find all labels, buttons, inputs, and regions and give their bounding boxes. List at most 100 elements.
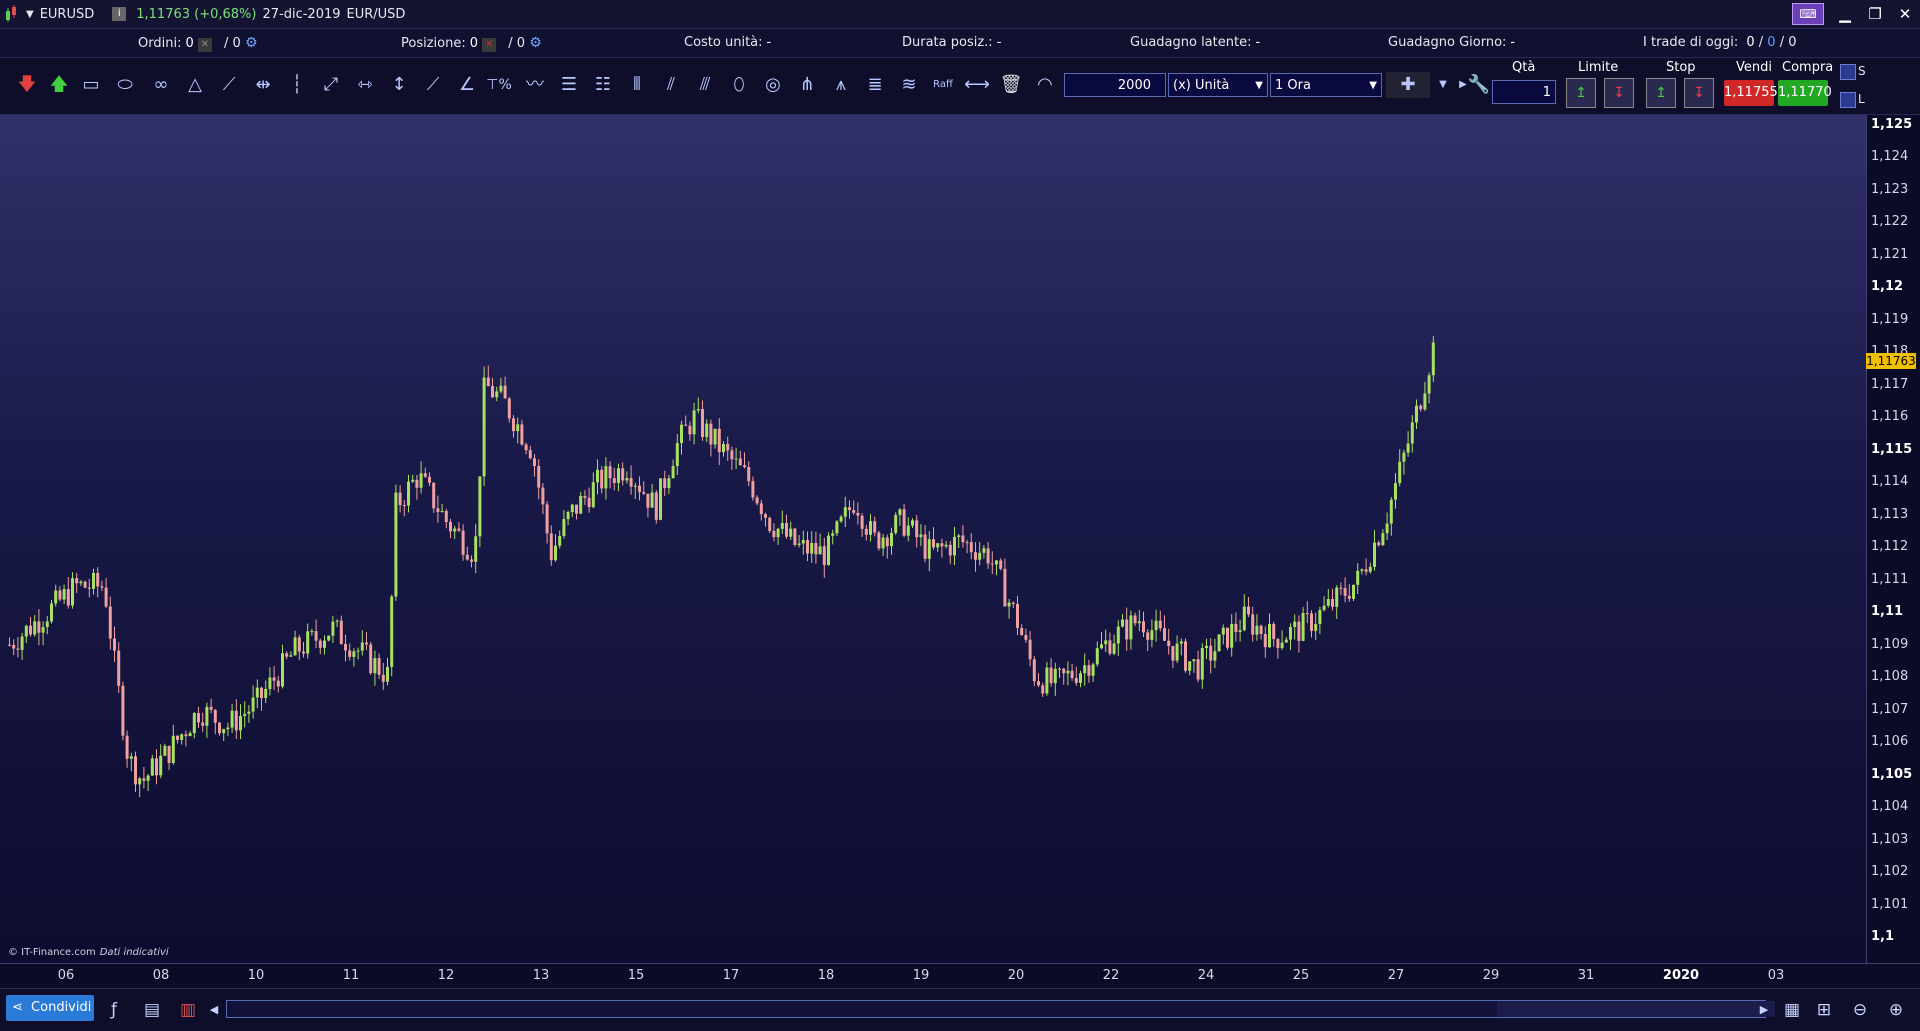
position-total: / 0 — [508, 36, 526, 51]
candle-body — [1116, 626, 1120, 644]
loop-tool-icon[interactable]: ∞ — [148, 72, 174, 98]
candle-body — [885, 537, 889, 547]
zoom-fit-icon[interactable]: ⊞ — [1812, 998, 1836, 1022]
candle-body — [1255, 625, 1259, 635]
measure-tool-icon[interactable]: ⟷ — [964, 72, 990, 98]
rectangle-tool-icon[interactable]: ▭ — [78, 72, 104, 98]
share-button[interactable]: ⋖ Condividi — [6, 995, 94, 1021]
orders-settings-icon[interactable]: ⚙ — [245, 35, 258, 51]
channel-tool-icon[interactable]: ≣ — [862, 72, 888, 98]
candle-body — [453, 528, 457, 532]
buy-stop-icon[interactable]: ↥ — [1646, 78, 1676, 108]
keyboard-icon[interactable]: ⌨ — [1792, 3, 1824, 25]
candle-body — [646, 493, 650, 508]
buy-limit-icon[interactable]: ↥ — [1566, 78, 1596, 108]
sell-limit-icon[interactable]: ↧ — [1604, 78, 1634, 108]
buy-button[interactable]: 1,11770 — [1778, 80, 1832, 106]
zoom-in-icon[interactable]: ⊕ — [1884, 998, 1908, 1022]
cancel-orders-icon[interactable]: ✕ — [197, 38, 212, 52]
candle-body — [24, 625, 28, 637]
triangle-tool-icon[interactable]: △ — [182, 72, 208, 98]
candlestick-chart[interactable] — [0, 115, 1866, 963]
candle-body — [1381, 533, 1385, 546]
candle-body — [953, 536, 956, 556]
candle-settings-icon[interactable]: ▥ — [176, 998, 200, 1022]
zigzag-tool-icon[interactable]: 〰 — [522, 72, 548, 98]
close-icon[interactable]: ✕ — [1890, 5, 1920, 23]
qty-input[interactable]: 1 — [1492, 80, 1556, 104]
add-indicator-icon[interactable]: ✚ — [1386, 72, 1430, 98]
unit-type-select[interactable]: (x) Unità ▼ — [1168, 73, 1268, 97]
units-quantity-input[interactable]: 2000 — [1064, 73, 1166, 97]
price-tick-label: 1,105 — [1871, 766, 1913, 782]
candle-body — [314, 631, 318, 641]
indicators-icon[interactable]: ƒ — [102, 998, 126, 1022]
candle-body — [730, 450, 734, 460]
horizontal-scrollbar[interactable] — [226, 1000, 1775, 1018]
fibonacci-tool-icon[interactable]: ☰ — [556, 72, 582, 98]
restore-icon[interactable]: ❐ — [1860, 5, 1890, 23]
pitchfork-tool-icon[interactable]: ⩚ — [828, 72, 854, 98]
raff-channel-icon[interactable]: Raff — [930, 72, 956, 98]
scrollbar-thumb[interactable] — [1497, 1001, 1775, 1017]
today-trades-win: 0 — [1767, 35, 1776, 50]
spiral-tool-icon[interactable]: ◎ — [760, 72, 786, 98]
gann-fan-icon[interactable]: ⫻ — [692, 72, 718, 98]
zoom-out-icon[interactable]: ⊖ — [1848, 998, 1872, 1022]
arrow-up-icon[interactable]: 🡅 — [46, 72, 72, 98]
sell-stop-icon[interactable]: ↧ — [1684, 78, 1714, 108]
price-tick-label: 1,108 — [1871, 669, 1909, 685]
fibonacci-extension-icon[interactable]: ☷ — [590, 72, 616, 98]
andrews-pitchfork-icon[interactable]: ⋔ — [794, 72, 820, 98]
candle-body — [671, 466, 675, 479]
trendline-icon[interactable]: ⟋ — [420, 72, 446, 98]
symbol-dropdown-icon[interactable]: ▼ — [26, 9, 34, 20]
candle-body — [1167, 640, 1171, 647]
candle-body — [974, 552, 977, 560]
candle-body — [83, 581, 87, 588]
ellipse-tool-icon[interactable]: ⬭ — [112, 72, 138, 98]
scroll-right-icon[interactable]: ▶ — [1756, 998, 1772, 1022]
horizontal-line-icon[interactable]: ⇹ — [250, 72, 276, 98]
fibonacci-ellipse-icon[interactable]: ⬯ — [726, 72, 752, 98]
candle-body — [180, 734, 184, 740]
percent-tool-icon[interactable]: ⊤% — [486, 72, 512, 98]
price-chart[interactable] — [0, 115, 1868, 963]
symbol-name[interactable]: EURUSD — [40, 7, 95, 22]
stop-loss-checkbox[interactable] — [1840, 64, 1856, 80]
cross-tool-icon[interactable]: ⇿ — [352, 72, 378, 98]
position-settings-icon[interactable]: ⚙ — [529, 35, 542, 51]
price-tick-label: 1,125 — [1871, 117, 1913, 132]
sell-button[interactable]: 1,11755 — [1724, 80, 1778, 106]
arrow-down-icon[interactable]: 🡇 — [14, 72, 40, 98]
candle-body — [1053, 668, 1057, 684]
settings-wrench-icon[interactable]: 🔧 — [1466, 72, 1492, 98]
trash-icon[interactable]: 🗑 — [998, 72, 1024, 98]
angle-tool-icon[interactable]: ∠ — [454, 72, 480, 98]
regression-channel-icon[interactable]: ≋ — [896, 72, 922, 98]
segment-tool-icon[interactable]: ⤢ — [318, 72, 344, 98]
time-axis[interactable]: 06 08 10 11 12 13 15 17 18 19 20 22 24 25 27 29 31 2020 03 — [0, 963, 1920, 988]
orders-total: / 0 — [224, 36, 241, 51]
fibonacci-time-icon[interactable]: ⦀ — [624, 72, 650, 98]
take-profit-checkbox[interactable] — [1840, 92, 1856, 108]
candle-body — [617, 468, 620, 483]
list-icon[interactable]: ▤ — [140, 998, 164, 1022]
vertical-line-icon[interactable]: ┆ — [284, 72, 310, 98]
candle-body — [1016, 603, 1019, 628]
fan-tool-icon[interactable]: ⫽ — [658, 72, 684, 98]
price-axis[interactable]: 1,125 1,124 1,123 1,122 1,121 1,12 1,119 1,118 1… — [1866, 115, 1920, 963]
info-icon[interactable]: i — [112, 7, 127, 21]
minimize-icon[interactable]: ▁ — [1830, 5, 1860, 23]
candle-body — [318, 640, 322, 648]
chart-type-icon[interactable]: ▦ — [1780, 998, 1804, 1022]
date-tick-label: 10 — [247, 968, 265, 983]
scroll-left-icon[interactable]: ◀ — [206, 998, 222, 1022]
drawing-toolbar: 🡇 🡅 ▭ ⬭ ∞ △ ⟋ ⇹ ┆ ⤢ ⇿ ↕ ⟋ ∠ ⊤% 〰 ☰ ☷ ⦀ ⫽… — [0, 58, 1920, 115]
candle-body — [1377, 542, 1381, 546]
close-position-icon[interactable]: ✕ — [482, 38, 497, 52]
vertical-arrow-icon[interactable]: ↕ — [386, 72, 412, 98]
line-tool-icon[interactable]: ⟋ — [216, 72, 242, 98]
timeframe-select[interactable]: 1 Ora ▼ — [1270, 73, 1382, 97]
arc-tool-icon[interactable]: ◠ — [1032, 72, 1058, 98]
